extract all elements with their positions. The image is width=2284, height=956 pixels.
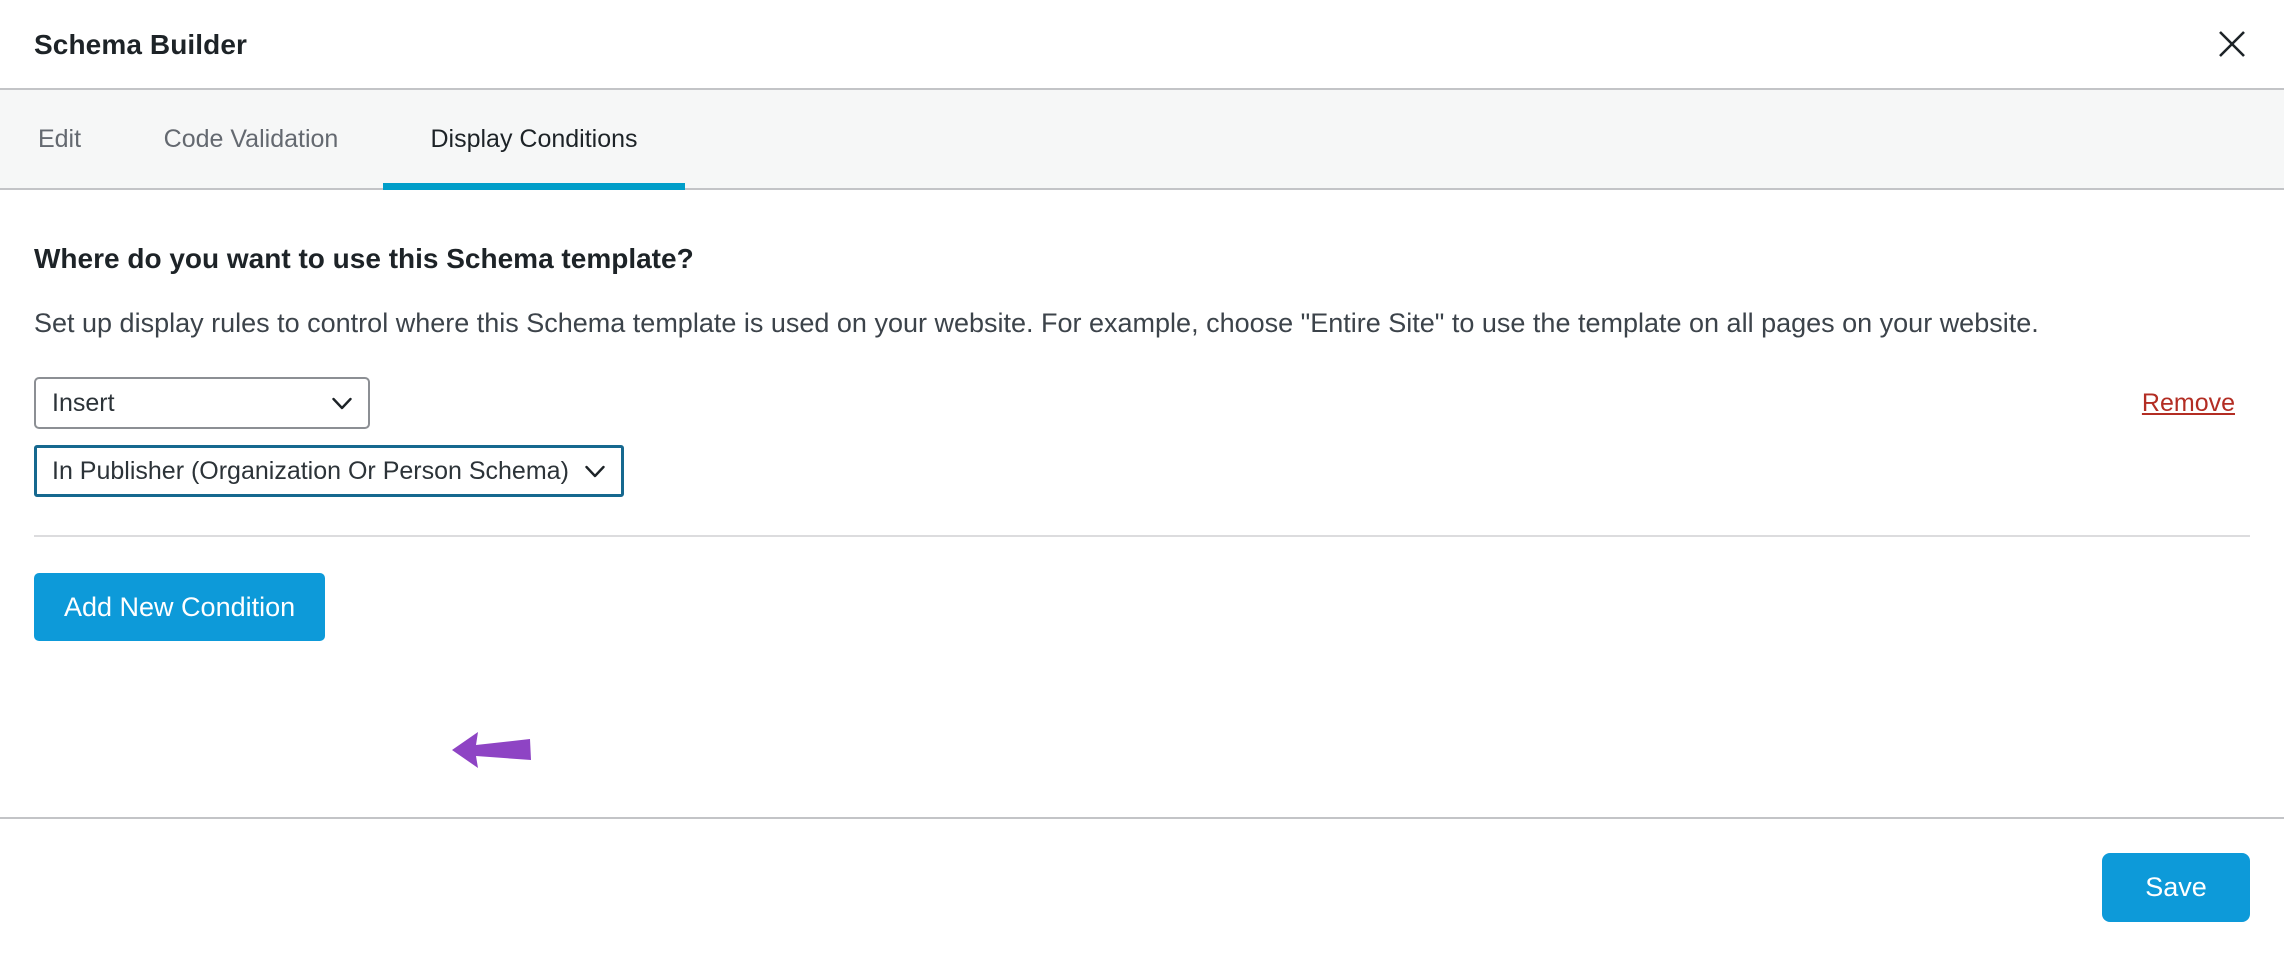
tab-display-conditions[interactable]: Display Conditions <box>383 90 685 190</box>
save-button[interactable]: Save <box>2102 853 2250 922</box>
action-select[interactable]: Insert <box>34 377 370 429</box>
schema-builder-modal: Schema Builder Edit Code Validation Disp… <box>0 0 2284 956</box>
tab-edit-label: Edit <box>37 125 82 153</box>
condition-selects: Insert In Publisher (Organization Or Per… <box>34 377 624 497</box>
tab-code-validation-label: Code Validation <box>163 125 339 153</box>
chevron-down-icon <box>332 389 352 418</box>
modal-body: Where do you want to use this Schema tem… <box>0 190 2284 817</box>
close-button[interactable] <box>2202 14 2262 74</box>
target-select-value: In Publisher (Organization Or Person Sch… <box>52 456 569 485</box>
remove-condition-link[interactable]: Remove <box>2142 377 2235 429</box>
action-select-wrapper: Insert <box>34 377 624 429</box>
section-description: Set up display rules to control where th… <box>34 308 2039 338</box>
save-button-label: Save <box>2145 872 2207 902</box>
chevron-down-icon <box>585 457 605 486</box>
target-select-wrapper: In Publisher (Organization Or Person Sch… <box>34 445 624 497</box>
tab-display-conditions-label: Display Conditions <box>430 125 638 153</box>
action-select-value: Insert <box>52 388 115 417</box>
page-title: Schema Builder <box>34 29 248 60</box>
target-select[interactable]: In Publisher (Organization Or Person Sch… <box>34 445 624 497</box>
condition-row: Insert In Publisher (Organization Or Per… <box>34 377 2250 497</box>
close-icon <box>2217 29 2247 59</box>
tab-edit[interactable]: Edit <box>0 90 119 188</box>
modal-header: Schema Builder <box>0 0 2284 90</box>
left-pointing-arrow-icon <box>452 730 532 770</box>
add-new-condition-button[interactable]: Add New Condition <box>34 573 326 641</box>
conditions-list: Insert In Publisher (Organization Or Per… <box>34 377 2250 497</box>
tab-bar: Edit Code Validation Display Conditions <box>0 90 2284 190</box>
section-heading: Where do you want to use this Schema tem… <box>34 243 694 274</box>
tab-code-validation[interactable]: Code Validation <box>119 90 383 188</box>
add-new-condition-label: Add New Condition <box>64 591 296 622</box>
modal-footer: Save <box>0 817 2284 956</box>
section-divider <box>34 535 2250 537</box>
